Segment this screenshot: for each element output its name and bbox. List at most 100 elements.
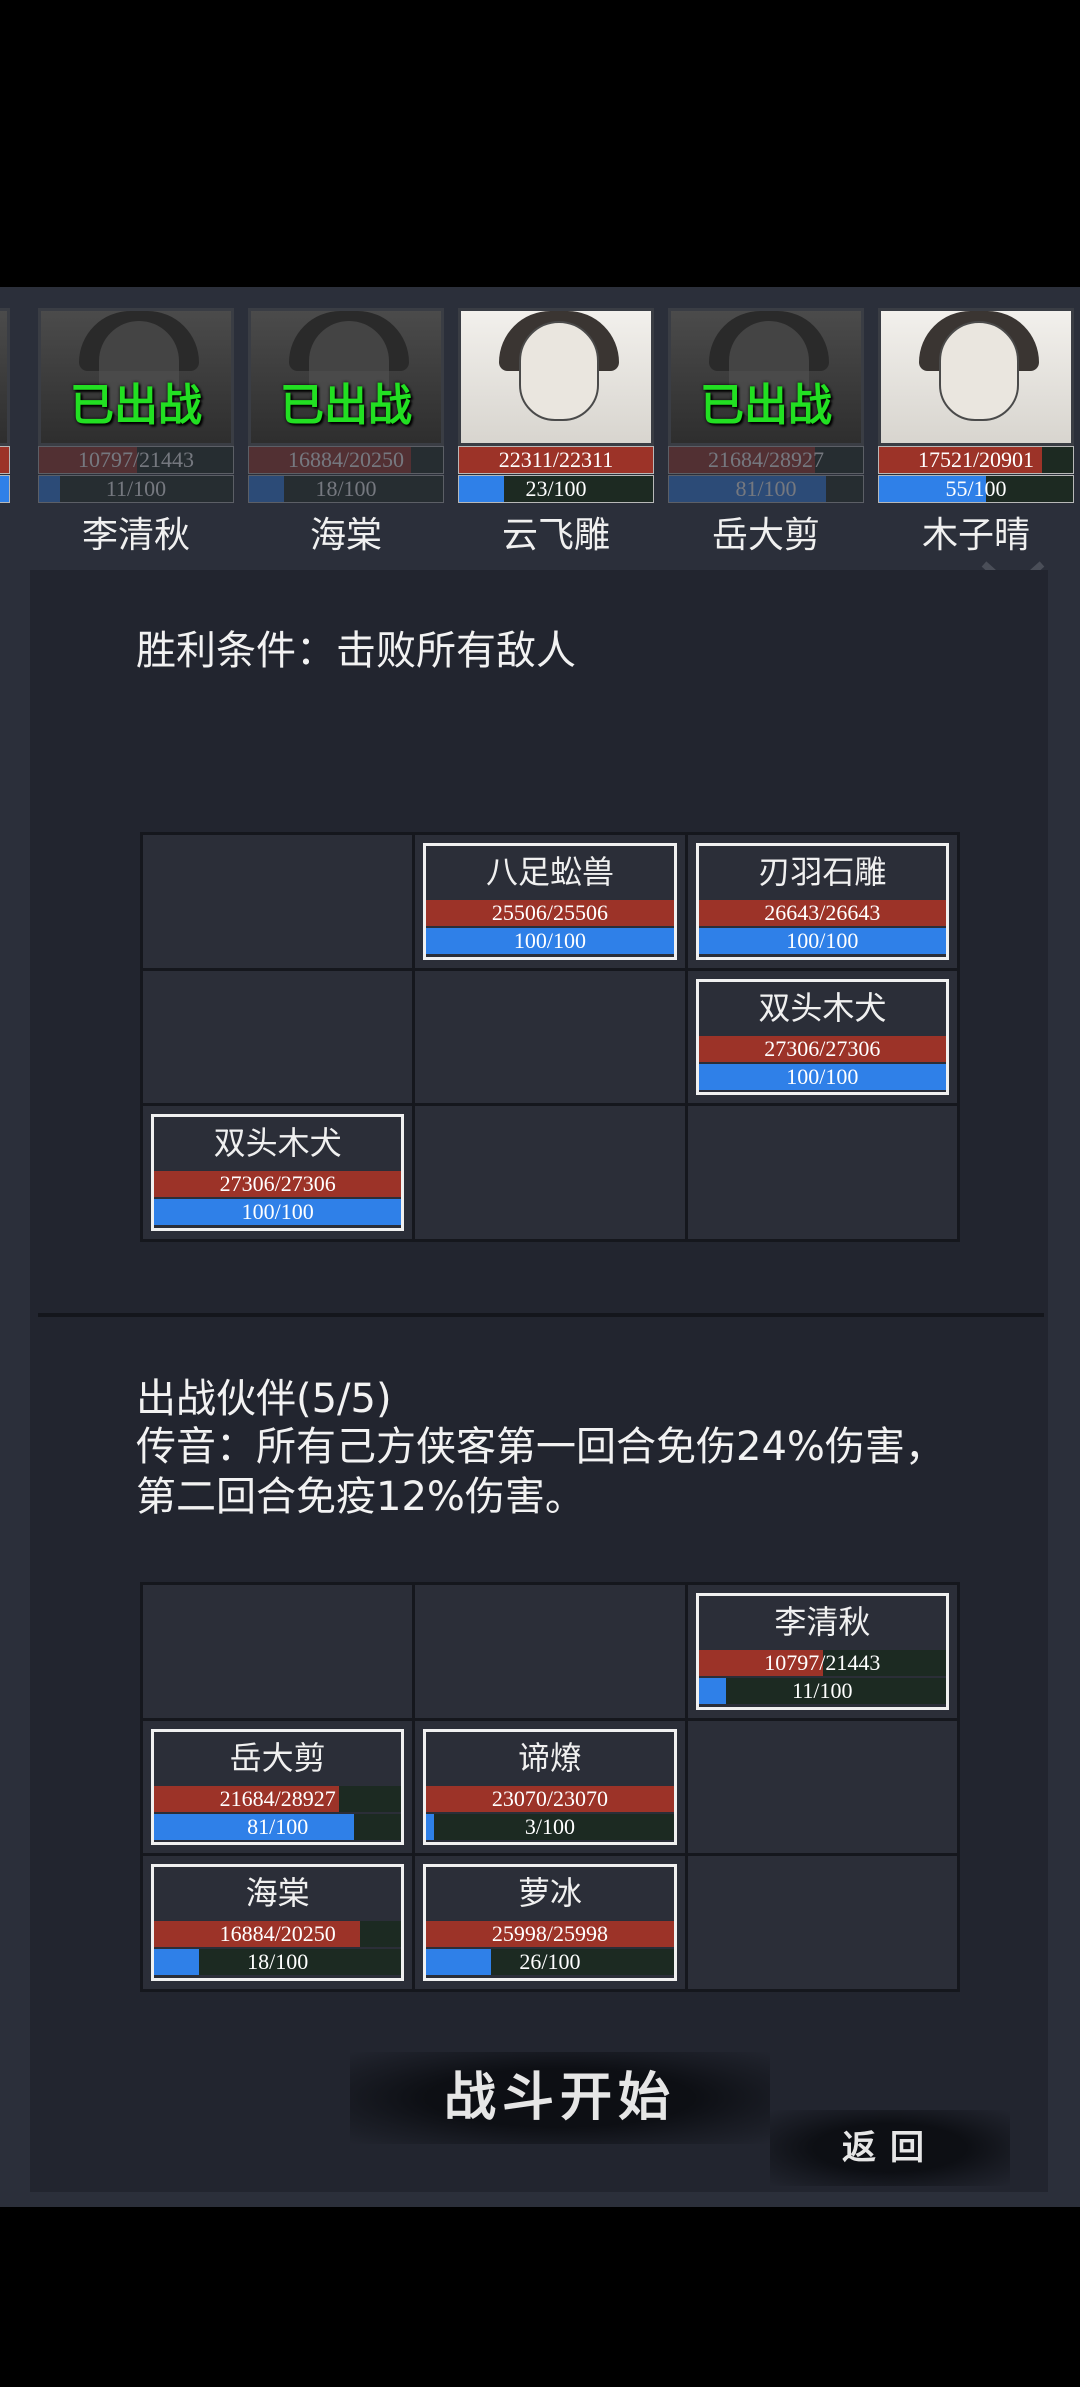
character-name: 云飞雕: [501, 515, 610, 556]
hp-bar: 27306/27306: [154, 1171, 402, 1198]
mp-value: 100/100: [241, 1199, 314, 1225]
stat-bars: 17521/20901 55/100: [878, 446, 1074, 504]
hp-bar: 10797/21443: [698, 1650, 946, 1676]
roster-card[interactable]: 已出战 21684/28927 81/100 岳大剪: [668, 308, 864, 556]
hp-bar: 21684/28927: [668, 446, 864, 474]
hp-value: 21684/28927: [707, 447, 825, 472]
unit-card[interactable]: 刃羽石雕 26643/26643 100/100: [695, 843, 949, 960]
roster-card[interactable]: 已出战 10797/21443 11/100 李清秋: [38, 308, 234, 556]
grid-cell[interactable]: 萝冰 25998/25998 26/100: [415, 1856, 685, 1989]
grid-cell[interactable]: [143, 835, 413, 968]
hp-bar: 25506/25506: [426, 900, 674, 926]
character-portrait: [458, 308, 654, 446]
unit-card[interactable]: 双头木犬 27306/27306 100/100: [695, 978, 949, 1096]
unit-card[interactable]: 海棠 16884/20250 18/100: [151, 1864, 405, 1981]
grid-cell[interactable]: [415, 970, 685, 1104]
unit-card[interactable]: 谛燎 23070/23070 3/100: [423, 1728, 677, 1846]
character-portrait: 已出战: [668, 308, 864, 446]
party-description: 传音：所有己方侠客第一回合免伤24%伤害，第二回合免疫12%伤害。: [136, 1424, 945, 1520]
unit-card[interactable]: 八足蚣兽 25506/25506 100/100: [423, 843, 677, 960]
mp-bar: 18/100: [154, 1949, 402, 1976]
grid-cell[interactable]: 八足蚣兽 25506/25506 100/100: [415, 835, 685, 968]
mp-bar: 100/100: [426, 928, 674, 954]
grid-cell[interactable]: 刃羽石雕 26643/26643 100/100: [687, 835, 957, 968]
character-portrait: [878, 308, 1074, 446]
grid-cell[interactable]: [415, 1585, 685, 1718]
start-battle-button[interactable]: 战斗开始: [350, 2052, 770, 2144]
hp-value: 25998/25998: [491, 1921, 609, 1947]
hp-bar: [0, 446, 10, 474]
mp-value: 100/100: [513, 928, 587, 953]
grid-cell[interactable]: 谛燎 23070/23070 3/100: [415, 1720, 685, 1854]
hp-value: 10797/21443: [764, 1650, 881, 1675]
grid-cell[interactable]: [143, 970, 413, 1104]
mp-value: 26/100: [519, 1949, 581, 1975]
hp-bar: 21684/28927: [154, 1785, 402, 1812]
hp-bar: 26643/26643: [698, 900, 946, 926]
mp-value: 3/100: [524, 1813, 576, 1839]
mp-bar: 55/100: [878, 475, 1074, 503]
hp-value: 10797/21443: [77, 447, 195, 472]
hp-bar: 10797/21443: [38, 446, 234, 474]
grid-cell[interactable]: 双头木犬 27306/27306 100/100: [143, 1106, 413, 1239]
stat-bars: 21684/28927 81/100: [668, 446, 864, 504]
hp-value: 27306/27306: [764, 1035, 881, 1061]
mp-value: 100/100: [786, 928, 859, 953]
mp-bar: 81/100: [154, 1813, 402, 1840]
mp-bar: 11/100: [698, 1678, 946, 1704]
character-name: 海棠: [309, 515, 382, 556]
face-shape: [939, 321, 1019, 421]
roster-card[interactable]: 已出战 16884/20250 18/100 海棠: [248, 308, 444, 556]
unit-card[interactable]: 岳大剪 21684/28927 81/100: [151, 1728, 405, 1846]
hp-bar: 23070/23070: [426, 1785, 674, 1812]
mp-value: 100/100: [786, 1063, 859, 1089]
unit-name: 双头木犬: [758, 988, 887, 1027]
hp-value: 16884/20250: [219, 1921, 336, 1947]
mp-bar: 100/100: [698, 928, 946, 954]
mp-bar: 26/100: [426, 1949, 674, 1976]
grid-cell[interactable]: 双头木犬 27306/27306 100/100: [687, 970, 957, 1104]
roster-card[interactable]: 22311/22311 23/100 云飞雕: [458, 308, 654, 556]
unit-card[interactable]: 双头木犬 27306/27306 100/100: [151, 1114, 405, 1231]
grid-cell[interactable]: 李清秋 10797/21443 11/100: [687, 1585, 957, 1718]
character-portrait: 已出战: [38, 308, 234, 446]
party-formation-grid: 李清秋 10797/21443 11/100 岳大剪 21684/28927 81/100…: [140, 1582, 960, 1992]
stat-bars: [0, 446, 10, 504]
grid-cell[interactable]: 海棠 16884/20250 18/100: [143, 1856, 413, 1989]
hp-fill: [0, 447, 9, 473]
section-divider: [38, 1313, 1044, 1317]
unit-name: 八足蚣兽: [485, 853, 614, 891]
character-portrait: [0, 308, 10, 446]
grid-cell[interactable]: 岳大剪 21684/28927 81/100: [143, 1720, 413, 1854]
back-button[interactable]: 返回: [770, 2110, 1010, 2186]
deployed-badge: 已出战: [700, 380, 832, 431]
character-roster[interactable]: 已出战 10797/21443 11/100 李清秋 已出战 16884/20250 18/…: [0, 300, 1080, 560]
grid-cell[interactable]: [415, 1106, 685, 1239]
unit-card[interactable]: 萝冰 25998/25998 26/100: [423, 1864, 677, 1981]
unit-name: 萝冰: [517, 1874, 582, 1913]
mp-value: 81/100: [247, 1813, 309, 1839]
face-shape: [519, 321, 599, 421]
grid-cell[interactable]: [687, 1856, 957, 1989]
grid-cell[interactable]: [143, 1585, 413, 1718]
mp-bar: 23/100: [458, 475, 654, 503]
roster-card[interactable]: 17521/20901 55/100 木子晴: [878, 308, 1074, 556]
mp-fill: [0, 476, 9, 502]
roster-card-partial[interactable]: [0, 308, 10, 503]
mp-bar: 3/100: [426, 1813, 674, 1840]
unit-name: 谛燎: [517, 1738, 582, 1777]
hp-value: 21684/28927: [219, 1785, 336, 1811]
mp-bar: 81/100: [668, 475, 864, 503]
mp-value: 18/100: [247, 1949, 309, 1975]
unit-name: 李清秋: [774, 1603, 871, 1641]
unit-card[interactable]: 李清秋 10797/21443 11/100: [695, 1593, 949, 1710]
hp-value: 27306/27306: [219, 1171, 336, 1197]
mp-bar: 11/100: [38, 475, 234, 503]
unit-name: 海棠: [245, 1874, 310, 1913]
hp-bar: 22311/22311: [458, 446, 654, 474]
hp-bar: 16884/20250: [154, 1921, 402, 1948]
grid-cell[interactable]: [687, 1720, 957, 1854]
grid-cell[interactable]: [687, 1106, 957, 1239]
deployed-badge: 已出战: [280, 380, 412, 431]
unit-name: 岳大剪: [229, 1738, 326, 1777]
